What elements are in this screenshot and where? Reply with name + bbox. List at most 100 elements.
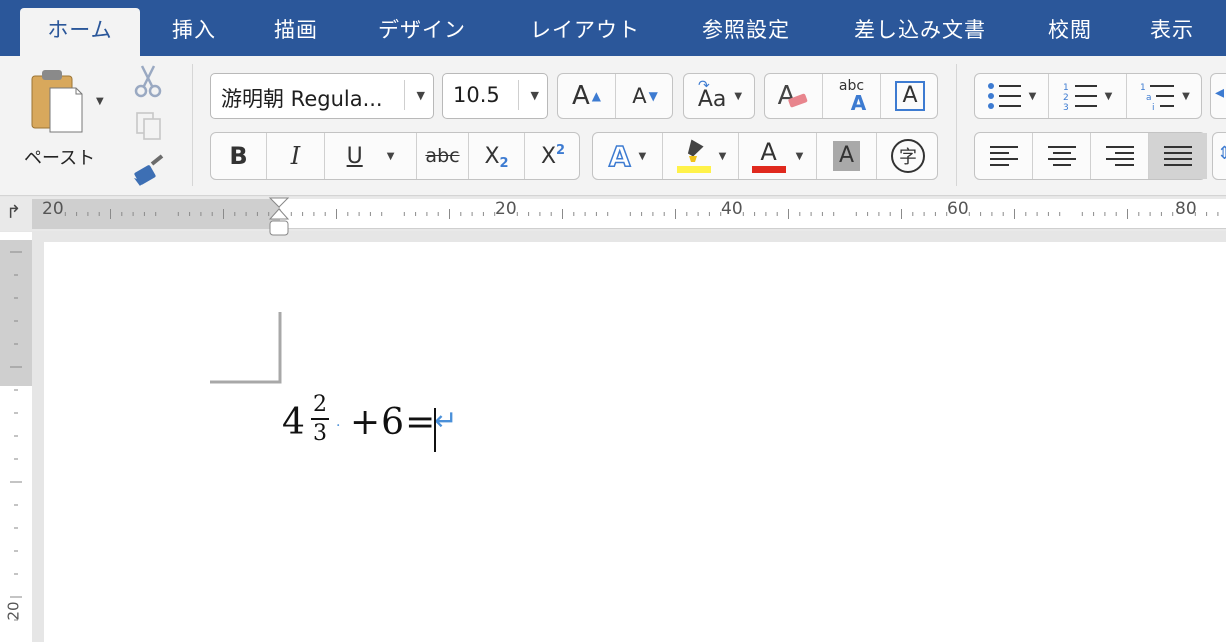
ruler-ticks: [64, 209, 1219, 219]
align-center-icon: [1047, 146, 1076, 166]
tab-design[interactable]: デザイン: [368, 0, 476, 56]
fraction-numerator: 2: [313, 392, 327, 417]
italic-label: I: [290, 142, 301, 170]
bullet-list-icon: [987, 83, 1021, 109]
equation-fraction: 2 3: [310, 392, 330, 446]
character-shading-button[interactable]: A: [817, 133, 877, 179]
change-case-button[interactable]: ↷ Aa ▼: [683, 73, 755, 119]
align-left-icon: [989, 146, 1018, 166]
phonetic-big-label: A: [850, 91, 867, 115]
font-name-dropdown[interactable]: 游明朝 Regula... ▼: [210, 73, 434, 119]
change-case-cell: ↷ Aa ▼: [684, 74, 756, 118]
align-center-button[interactable]: [1033, 133, 1091, 179]
tab-draw[interactable]: 描画: [262, 0, 330, 56]
clipboard-icon: [31, 70, 83, 133]
numbering-button[interactable]: 123 ▼: [1049, 74, 1127, 118]
tab-layout[interactable]: レイアウト: [520, 0, 650, 56]
text-effects-label: A: [608, 139, 631, 174]
underline-button[interactable]: U ▼: [325, 133, 417, 179]
eraser-icon: [788, 93, 808, 108]
bold-button[interactable]: B: [211, 133, 267, 179]
clear-formatting-button[interactable]: A: [765, 74, 823, 118]
triangle-up-icon: ▲: [591, 89, 602, 103]
shrink-font-button[interactable]: A ▼: [616, 74, 674, 118]
tab-insert[interactable]: 挿入: [160, 0, 228, 56]
font-color-bar: [751, 165, 786, 173]
chevron-down-icon: ▼: [638, 150, 647, 162]
margin-corner-mark: [210, 312, 282, 384]
tab-selector-icon[interactable]: ↱: [6, 202, 21, 223]
alignment-group: [974, 132, 1207, 180]
superscript-label: X: [540, 143, 557, 169]
document-page[interactable]: 4 2 3 · +6= ↵: [44, 242, 1226, 642]
enclose-characters-button[interactable]: 字: [877, 133, 939, 179]
indent-marker-icon[interactable]: [268, 197, 290, 239]
divider: [404, 80, 405, 110]
italic-button[interactable]: I: [267, 133, 325, 179]
separator: [192, 64, 193, 186]
highlighter-icon: [676, 139, 711, 173]
superscript-mark: 2: [556, 142, 566, 158]
font-color-label: A: [760, 137, 777, 166]
svg-text:i: i: [1152, 103, 1155, 110]
ruler-mark: 20: [4, 601, 23, 621]
subscript-label: X: [484, 143, 500, 169]
grow-font-label: A: [571, 81, 590, 111]
strikethrough-button[interactable]: abc: [417, 133, 469, 179]
numbered-list-icon: 123: [1063, 83, 1097, 110]
multilevel-list-button[interactable]: 1ai ▼: [1127, 74, 1203, 118]
grow-font-button[interactable]: A ▲: [558, 74, 616, 118]
shrink-font-label: A: [632, 84, 647, 108]
line-spacing-icon: ⇕: [1217, 143, 1226, 164]
font-color-button[interactable]: A ▼: [739, 133, 817, 179]
text-effects-button[interactable]: A ▼: [593, 133, 663, 179]
decrease-indent-button[interactable]: ◂: [1210, 73, 1226, 119]
list-group: ▼ 123 ▼ 1ai ▼: [974, 73, 1202, 119]
phonetic-guide-button[interactable]: abc A: [823, 74, 881, 118]
tab-references[interactable]: 参照設定: [690, 0, 802, 56]
text-cursor: [434, 408, 436, 452]
chevron-down-icon: ▼: [795, 150, 804, 162]
font-size-dropdown[interactable]: 10.5 ▼: [442, 73, 548, 119]
tab-view[interactable]: 表示: [1138, 0, 1206, 56]
chevron-down-icon: ▼: [530, 89, 539, 102]
line-spacing-button[interactable]: ⇕: [1212, 132, 1226, 180]
superscript-button[interactable]: X 2: [525, 133, 581, 179]
font-size-value: 10.5: [453, 83, 500, 107]
highlight-button[interactable]: ▼: [663, 133, 739, 179]
enclose-characters-label: 字: [891, 139, 925, 173]
font-name-value: 游明朝 Regula...: [221, 87, 383, 111]
character-shading-label: A: [832, 141, 861, 171]
vertical-ruler[interactable]: 20: [0, 232, 32, 642]
character-border-button[interactable]: A: [881, 74, 939, 118]
format-painter-icon[interactable]: [130, 154, 166, 188]
change-case-icon: ↷: [698, 78, 710, 94]
svg-text:a: a: [1146, 93, 1152, 103]
paragraph-mark-icon: ↵: [434, 404, 458, 437]
font-color-swatch: A: [751, 137, 786, 173]
separator: [956, 64, 957, 186]
copy-icon[interactable]: [134, 110, 164, 142]
align-right-button[interactable]: [1091, 133, 1149, 179]
justify-button[interactable]: [1149, 133, 1207, 179]
tab-home[interactable]: ホーム: [20, 8, 140, 56]
subscript-button[interactable]: X 2: [469, 133, 525, 179]
horizontal-ruler[interactable]: 20 20 40 60 80: [32, 197, 1226, 236]
bold-label: B: [229, 142, 248, 170]
tab-mailings[interactable]: 差し込み文書: [840, 0, 1000, 56]
chevron-down-icon: ▼: [1104, 90, 1113, 102]
chevron-down-icon: ▼: [386, 150, 395, 162]
cut-icon[interactable]: [132, 64, 164, 98]
underline-label: U: [346, 143, 363, 169]
divider: [518, 80, 519, 110]
multilevel-list-icon: 1ai: [1140, 83, 1175, 110]
bullets-button[interactable]: ▼: [975, 74, 1049, 118]
paste-dropdown-arrow[interactable]: ▼: [96, 96, 104, 107]
space-mark: ·: [336, 418, 341, 434]
chevron-down-icon: ▼: [1028, 90, 1037, 102]
tab-review[interactable]: 校閲: [1036, 0, 1104, 56]
align-right-icon: [1105, 146, 1134, 166]
align-left-button[interactable]: [975, 133, 1033, 179]
triangle-down-icon: ▼: [648, 89, 658, 103]
fraction-bar: [311, 418, 329, 420]
